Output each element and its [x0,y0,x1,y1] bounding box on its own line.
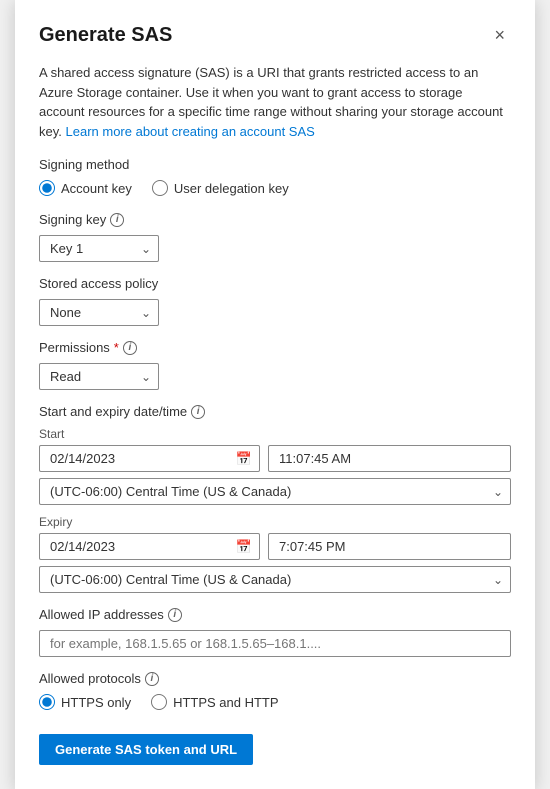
account-key-radio[interactable] [39,180,55,196]
https-http-radio[interactable] [151,694,167,710]
stored-policy-label: Stored access policy [39,276,511,291]
start-datetime-row: 📅 [39,445,511,472]
ip-addresses-group: Allowed IP addresses i [39,607,511,657]
protocols-info-icon: i [145,672,159,686]
close-button[interactable]: × [488,24,511,46]
learn-more-link[interactable]: Learn more about creating an account SAS [66,124,315,139]
https-http-option[interactable]: HTTPS and HTTP [151,694,278,710]
start-timezone-wrapper: (UTC-06:00) Central Time (US & Canada) ⌄ [39,478,511,505]
permissions-select-wrapper: Read Write Delete List Add Create ⌄ [39,363,159,390]
expiry-date-wrapper: 📅 [39,533,260,560]
start-date-wrapper: 📅 [39,445,260,472]
dialog-header: Generate SAS × [39,24,511,47]
stored-policy-group: Stored access policy None ⌄ [39,276,511,326]
generate-sas-dialog: Generate SAS × A shared access signature… [15,0,535,789]
dialog-title: Generate SAS [39,24,172,47]
ip-addresses-input[interactable] [39,630,511,657]
datetime-section-label: Start and expiry date/time i [39,404,511,419]
https-only-label: HTTPS only [61,695,131,710]
stored-policy-select-wrapper: None ⌄ [39,299,159,326]
permissions-section-label: Permissions * i [39,340,511,355]
start-timezone-select[interactable]: (UTC-06:00) Central Time (US & Canada) [39,478,511,505]
signing-key-select[interactable]: Key 1 Key 2 [39,235,159,262]
https-only-option[interactable]: HTTPS only [39,694,131,710]
protocols-label: Allowed protocols i [39,671,511,686]
datetime-group: Start and expiry date/time i Start 📅 (UT… [39,404,511,593]
user-delegation-label: User delegation key [174,181,289,196]
protocols-radio-group: HTTPS only HTTPS and HTTP [39,694,511,710]
expiry-label: Expiry [39,515,511,529]
permissions-group: Permissions * i Read Write Delete List A… [39,340,511,390]
ip-info-icon: i [168,608,182,622]
user-delegation-option[interactable]: User delegation key [152,180,289,196]
signing-key-group: Signing key i Key 1 Key 2 ⌄ [39,212,511,262]
expiry-time-input[interactable] [268,533,511,560]
expiry-datetime-row: 📅 [39,533,511,560]
datetime-info-icon: i [191,405,205,419]
https-only-radio[interactable] [39,694,55,710]
stored-policy-select[interactable]: None [39,299,159,326]
signing-method-label: Signing method [39,157,511,172]
signing-method-group: Signing method Account key User delegati… [39,157,511,196]
https-http-label: HTTPS and HTTP [173,695,278,710]
signing-key-select-wrapper: Key 1 Key 2 ⌄ [39,235,159,262]
expiry-timezone-wrapper: (UTC-06:00) Central Time (US & Canada) ⌄ [39,566,511,593]
dialog-description: A shared access signature (SAS) is a URI… [39,63,511,141]
permissions-info-icon: i [123,341,137,355]
account-key-label: Account key [61,181,132,196]
user-delegation-radio[interactable] [152,180,168,196]
expiry-date-input[interactable] [39,533,260,560]
start-date-input[interactable] [39,445,260,472]
signing-method-radio-group: Account key User delegation key [39,180,511,196]
expiry-timezone-select[interactable]: (UTC-06:00) Central Time (US & Canada) [39,566,511,593]
protocols-group: Allowed protocols i HTTPS only HTTPS and… [39,671,511,710]
start-time-input[interactable] [268,445,511,472]
permissions-select[interactable]: Read Write Delete List Add Create [39,363,159,390]
permissions-required-marker: * [114,340,119,355]
signing-key-section-label: Signing key i [39,212,511,227]
start-label: Start [39,427,511,441]
ip-addresses-label: Allowed IP addresses i [39,607,511,622]
account-key-option[interactable]: Account key [39,180,132,196]
signing-key-info-icon: i [110,213,124,227]
